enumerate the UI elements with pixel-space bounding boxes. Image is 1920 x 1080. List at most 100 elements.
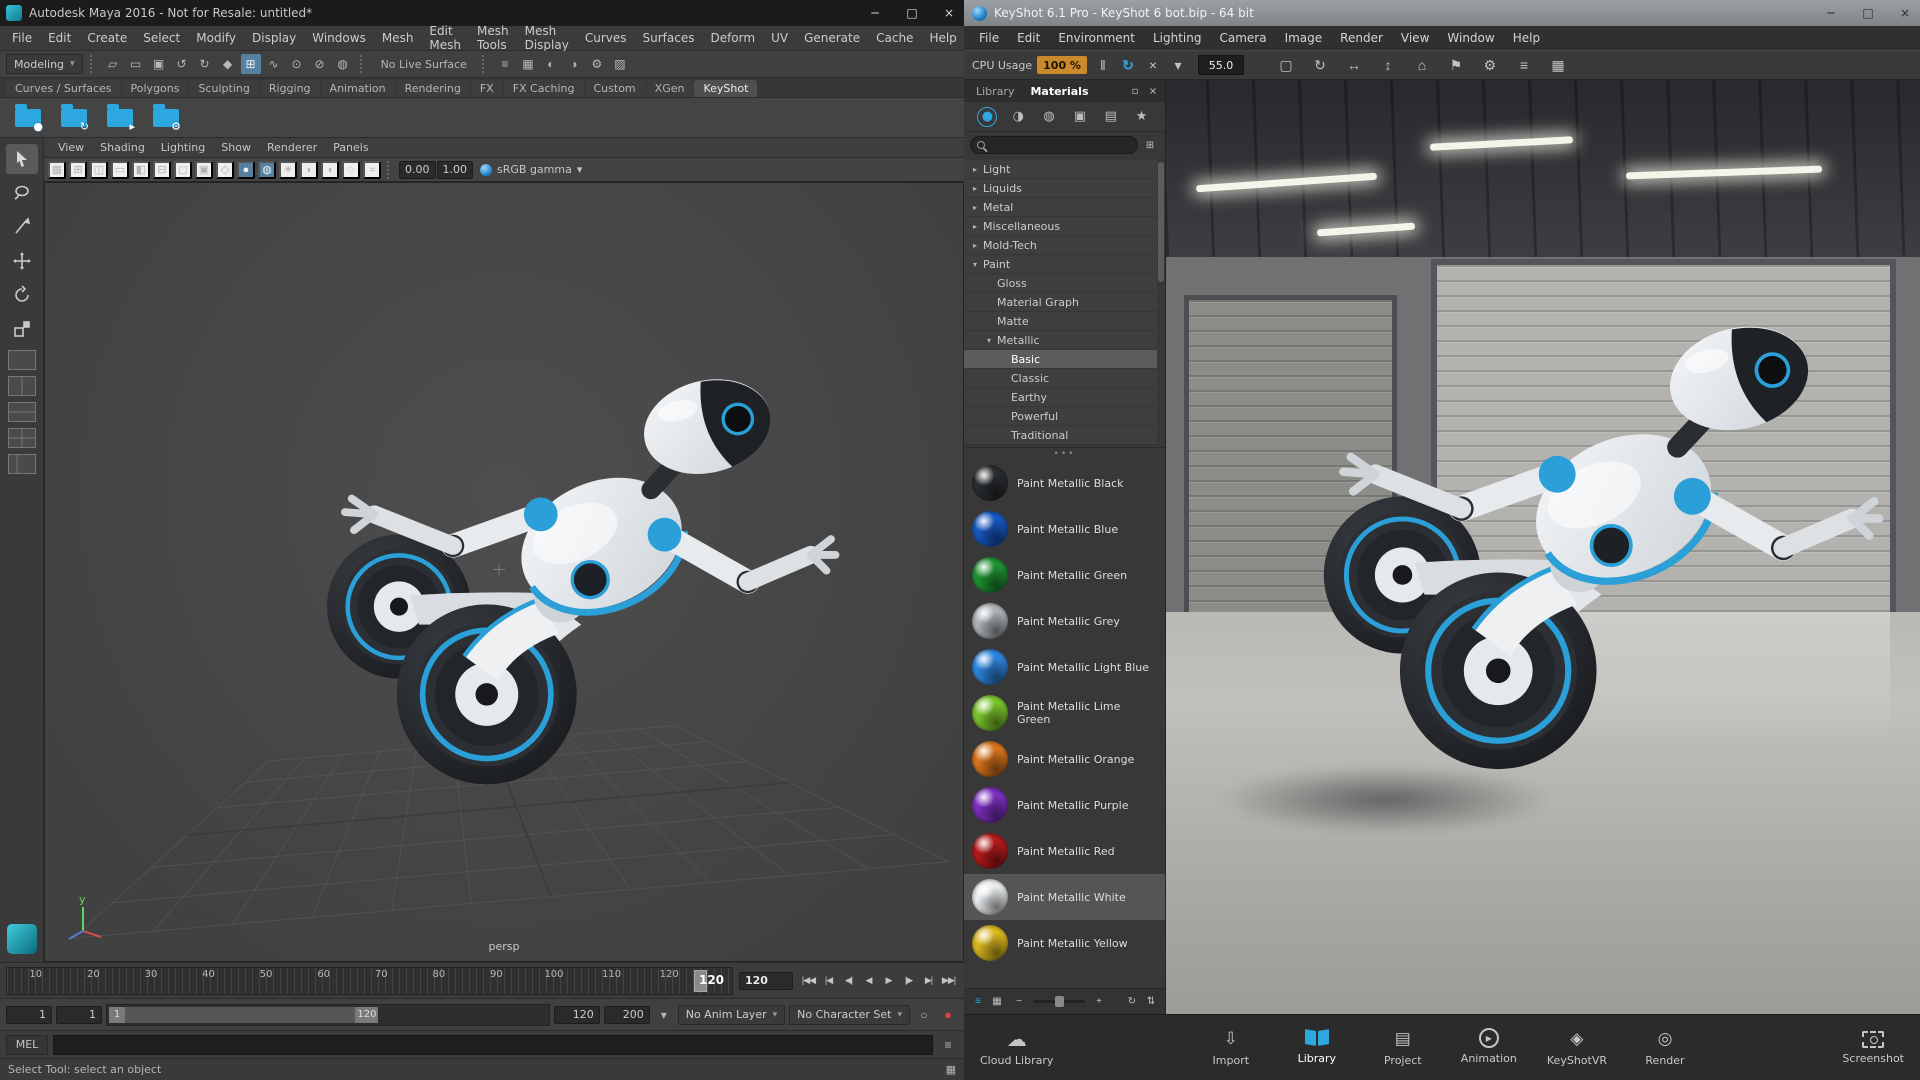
script-editor-button[interactable]: ≡ <box>938 1035 958 1055</box>
shelf-tab[interactable]: XGen <box>645 80 694 97</box>
use-all-lights-icon[interactable]: ☀ <box>279 160 297 179</box>
paint-select-tool-button[interactable] <box>6 212 38 242</box>
slider-thumb[interactable] <box>1054 996 1064 1007</box>
animation-end-field[interactable]: 200 <box>603 1005 650 1024</box>
redo-icon[interactable]: ↻ <box>195 54 215 74</box>
home-camera-icon[interactable]: ⌂ <box>1411 54 1433 76</box>
panel-menu-item[interactable]: Shading <box>92 141 153 154</box>
focal-length-field[interactable]: 55.0 <box>1197 55 1244 75</box>
menu-item[interactable]: Lighting <box>1144 31 1211 45</box>
current-frame-field[interactable]: 120 <box>739 971 793 990</box>
performance-dropdown-icon[interactable]: ▾ <box>1167 54 1189 76</box>
dock-import[interactable]: ⇩ Import <box>1203 1028 1259 1067</box>
tree-item[interactable]: Material Graph <box>964 293 1157 312</box>
film-gate-icon[interactable]: ◫ <box>90 160 108 179</box>
select-tool-button[interactable] <box>5 144 38 174</box>
stop-render-icon[interactable]: × <box>1142 54 1164 76</box>
outliner-persp-layout-button[interactable] <box>7 454 36 474</box>
perspective-viewport[interactable]: y persp <box>44 182 964 962</box>
go-to-end-button[interactable]: ▶▶| <box>939 971 958 991</box>
menu-item[interactable]: Edit <box>40 26 79 50</box>
playback-options-button[interactable]: ▾ <box>654 1005 674 1025</box>
backplates-category-icon[interactable]: ▣ <box>1070 107 1090 127</box>
panel-menu-item[interactable]: View <box>50 141 92 154</box>
two-stacked-layout-button[interactable] <box>7 402 36 422</box>
shelf-tab[interactable]: FX Caching <box>503 80 584 97</box>
gamma-field[interactable]: 1.00 <box>436 160 473 179</box>
thumbnail-size-slider[interactable] <box>1033 996 1085 1007</box>
render-queue-icon[interactable]: ≡ <box>1513 54 1535 76</box>
textures-category-icon[interactable]: ▤ <box>1101 107 1121 127</box>
render-current-frame-icon[interactable]: ◐ <box>541 54 561 74</box>
menu-item[interactable]: Create <box>79 26 135 50</box>
panel-menu-item[interactable]: Show <box>213 141 259 154</box>
menu-item[interactable]: Display <box>244 26 304 50</box>
range-end-handle[interactable]: 120 <box>355 1006 379 1023</box>
dock-project[interactable]: ▤ Project <box>1375 1028 1431 1067</box>
menu-item[interactable]: Environment <box>1049 31 1144 45</box>
resolution-gate-icon[interactable]: ▭ <box>111 160 129 179</box>
menu-item[interactable]: Modify <box>188 26 244 50</box>
material-item[interactable]: Paint Metallic Yellow <box>964 920 1165 966</box>
menu-item[interactable]: UV <box>763 26 796 50</box>
menu-item[interactable]: Generate <box>796 26 868 50</box>
shaded-icon[interactable]: ● <box>237 160 255 179</box>
paint-effects-icon[interactable]: ▨ <box>610 54 630 74</box>
tree-item[interactable]: ▾ Metallic <box>964 331 1157 350</box>
material-item[interactable]: Paint Metallic Red <box>964 828 1165 874</box>
favorites-category-icon[interactable]: ★ <box>1132 107 1152 127</box>
scale-tool-button[interactable] <box>6 314 38 344</box>
material-item[interactable]: Paint Metallic White <box>964 874 1165 920</box>
tree-item[interactable]: ▸ Mold-Tech <box>964 236 1157 255</box>
textured-icon[interactable]: ◍ <box>258 160 276 179</box>
library-tab[interactable]: Materials <box>1022 85 1096 98</box>
menu-item[interactable]: Help <box>1504 31 1549 45</box>
tree-item[interactable]: ▾ Paint <box>964 255 1157 274</box>
field-chart-icon[interactable]: ⊟ <box>153 160 171 179</box>
character-set-dropdown[interactable]: No Character Set ▾ <box>789 1004 910 1025</box>
shadows-icon[interactable]: ◗ <box>300 160 318 179</box>
step-forward-frame-button[interactable]: ▶| <box>919 971 938 991</box>
menu-item[interactable]: Image <box>1276 31 1332 45</box>
settings-icon[interactable]: ⚙ <box>1479 54 1501 76</box>
material-item[interactable]: Paint Metallic Green <box>964 552 1165 598</box>
tree-item[interactable]: Matte <box>964 312 1157 331</box>
timeline-track[interactable]: 10 20 30 40 50 60 70 80 90 100 110 120 120 <box>6 966 733 995</box>
materials-category-icon[interactable]: ● <box>977 106 998 127</box>
new-scene-icon[interactable]: ▱ <box>103 54 123 74</box>
tree-item[interactable]: ▸ Light <box>964 160 1157 179</box>
wireframe-icon[interactable]: ◇ <box>216 160 234 179</box>
flag-icon[interactable]: ⚑ <box>1445 54 1467 76</box>
shelf-tab[interactable]: Custom <box>584 80 645 97</box>
menu-item[interactable]: Edit Mesh <box>421 24 469 52</box>
menu-item[interactable]: Deform <box>702 26 763 50</box>
mel-command-input[interactable] <box>53 1034 933 1055</box>
minimize-button[interactable]: ─ <box>1816 0 1846 26</box>
two-pane-layout-button[interactable] <box>7 376 36 396</box>
tree-item[interactable]: Gloss <box>964 274 1157 293</box>
safe-title-icon[interactable]: ▣ <box>195 160 213 179</box>
rotate-tool-button[interactable] <box>6 280 38 310</box>
menu-item[interactable]: Surfaces <box>634 26 702 50</box>
panel-menu-item[interactable]: Panels <box>325 141 376 154</box>
shelf-tab[interactable]: Curves / Surfaces <box>6 80 121 97</box>
thumbnail-view-icon[interactable]: ▦ <box>989 991 1005 1013</box>
go-to-start-button[interactable]: |◀◀ <box>799 971 818 991</box>
menu-item[interactable]: Mesh <box>374 26 422 50</box>
dock-screenshot[interactable]: Screenshot <box>1842 1030 1904 1065</box>
menu-item[interactable]: File <box>4 26 40 50</box>
color-management-dropdown[interactable]: sRGB gamma ▾ <box>480 163 582 176</box>
material-item[interactable]: Paint Metallic Lime Green <box>964 690 1165 736</box>
tree-item[interactable]: Traditional <box>964 426 1157 445</box>
four-pane-layout-button[interactable] <box>7 428 36 448</box>
menu-item[interactable]: Mesh Tools <box>469 24 517 52</box>
shelf-tab[interactable]: Animation <box>320 80 395 97</box>
make-live-icon[interactable]: ◍ <box>333 54 353 74</box>
keyshot-open-button[interactable]: ▸ <box>102 101 138 135</box>
auto-keyframe-button[interactable]: ● <box>938 1005 958 1025</box>
keyshot-update-button[interactable]: ↻ <box>56 101 92 135</box>
grid-toggle-icon[interactable]: ⊞ <box>69 160 87 179</box>
menu-item[interactable]: View <box>1392 31 1438 45</box>
menu-item[interactable]: File <box>970 31 1008 45</box>
environments-category-icon[interactable]: ◍ <box>1039 107 1059 127</box>
